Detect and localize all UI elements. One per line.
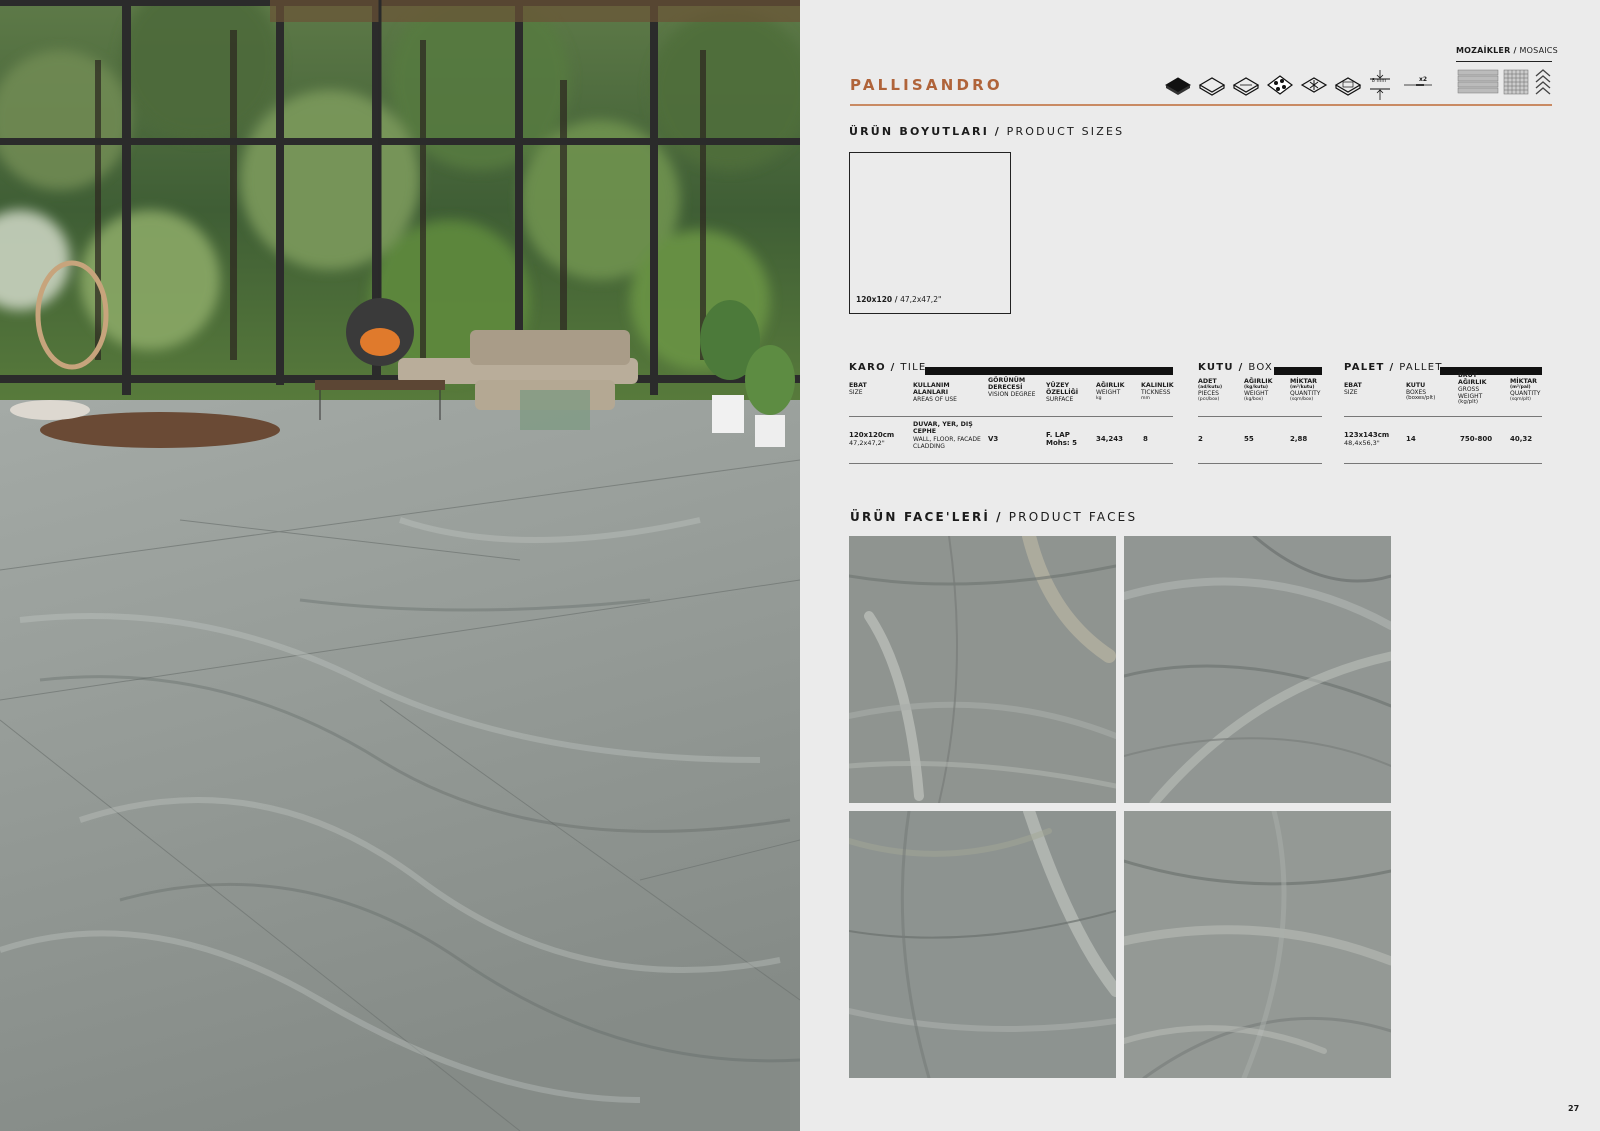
- frost-resistant-icon: [1300, 77, 1328, 93]
- matt-surface-icon: [1232, 77, 1260, 96]
- strip-mosaic-icon: [1457, 69, 1499, 94]
- chevron-mosaic-icon: [1535, 69, 1551, 95]
- col-vision: GÖRÜNÜM DERECESİ VISION DEGREE: [988, 377, 1036, 398]
- rectified-icon: [1334, 77, 1362, 96]
- product-title: PALLISANDRO: [850, 76, 1003, 94]
- spec-page: MOZAİKLER / MOSAICS PALLISANDRO 8 mm x2 …: [800, 0, 1600, 1131]
- col-box-quantity: MİKTAR (m²/kutu) QUANTITY (sqm/box): [1290, 378, 1321, 402]
- box-table-bar: [1274, 367, 1322, 375]
- col-pallet-boxes: KUTU BOXES (boxes/plt): [1406, 382, 1436, 401]
- col-pieces: ADET (ad/kutu) PIECES (pcs/box): [1198, 378, 1223, 402]
- anti-slip-icon: [1267, 75, 1293, 95]
- val-areas: DUVAR, YER, DIŞ CEPHE WALL, FLOOR, FACADE…: [913, 421, 981, 450]
- glazed-tile-icon: [1198, 77, 1226, 96]
- col-thickness: KALINLIK TICKNESS mm: [1141, 382, 1174, 401]
- product-sizes-heading: ÜRÜN BOYUTLARI / PRODUCT SIZES: [849, 125, 1125, 138]
- mosaics-rule: [1456, 61, 1552, 62]
- page-number: 27: [1568, 1104, 1580, 1113]
- col-pallet-gross: BRÜT AĞIRLIK GROSS WEIGHT (kg/plt): [1458, 372, 1487, 405]
- full-body-tile-icon: [1165, 77, 1191, 95]
- variation-label: x2: [1419, 76, 1428, 83]
- col-weight: AĞIRLIK WEIGHT kg: [1096, 382, 1125, 401]
- thickness-8mm-icon: [1370, 70, 1390, 100]
- room-photo: [0, 0, 800, 1131]
- tile-table: KARO / TILE EBAT SIZE KULLANIM ALANLARI AR…: [849, 362, 1174, 464]
- title-underline: [850, 104, 1552, 106]
- val-surface: F. LAP Mohs: 5: [1046, 431, 1078, 447]
- mosaic-icons: [1457, 69, 1551, 95]
- mosaics-label: MOZAİKLER / MOSAICS: [1456, 46, 1558, 55]
- val-weight: 34,243: [1096, 435, 1124, 443]
- product-face-3: [849, 811, 1116, 1078]
- box-table: KUTU / BOX ADET (ad/kutu) PIECES (pcs/box) …: [1198, 362, 1322, 464]
- val-pallet-boxes: 14: [1406, 435, 1416, 443]
- pallet-table-title: PALET / PALLET: [1344, 362, 1443, 373]
- val-pieces: 2: [1198, 435, 1203, 443]
- thickness-label: 8 mm: [1371, 78, 1387, 84]
- product-face-1: [849, 536, 1116, 803]
- tile-table-title: KARO / TILE: [849, 362, 927, 373]
- val-pallet-size: 123x143cm 48,4x56,3": [1344, 431, 1390, 447]
- feature-icons: [1165, 70, 1432, 100]
- val-size: 120x120cm 47,2x47,2": [849, 431, 895, 447]
- tile-size-diagram: 120x120 / 47,2x47,2": [849, 152, 1011, 314]
- product-faces-heading: ÜRÜN FACE'LERİ / PRODUCT FACES: [850, 510, 1138, 524]
- col-pallet-quantity: MİKTAR (m²/pal) QUANTITY (sqm/plt): [1510, 378, 1541, 402]
- tile-table-bar: [925, 367, 1173, 375]
- col-box-weight: AĞIRLIK (kg/kutu) WEIGHT (kg/box): [1244, 378, 1273, 402]
- col-pallet-size: EBAT SIZE: [1344, 382, 1362, 396]
- tile-size-label: 120x120 / 47,2x47,2": [856, 295, 942, 304]
- col-surface: YÜZEY ÖZELLİĞİ SURFACE: [1046, 382, 1079, 403]
- val-vision: V3: [988, 435, 999, 443]
- pallet-table: PALET / PALLET EBAT SIZE KUTU BOXES (boxes/…: [1344, 362, 1542, 464]
- col-size: EBAT SIZE: [849, 382, 867, 396]
- val-box-weight: 55: [1244, 435, 1254, 443]
- val-pallet-gross: 750-800: [1460, 435, 1493, 443]
- col-areas: KULLANIM ALANLARI AREAS OF USE: [913, 382, 957, 403]
- val-box-quantity: 2,88: [1290, 435, 1308, 443]
- box-table-title: KUTU / BOX: [1198, 362, 1274, 373]
- val-pallet-quantity: 40,32: [1510, 435, 1533, 443]
- product-face-2: [1124, 536, 1391, 803]
- val-thickness: 8: [1143, 435, 1148, 443]
- product-face-4: [1124, 811, 1391, 1078]
- grid-mosaic-icon: [1503, 69, 1529, 95]
